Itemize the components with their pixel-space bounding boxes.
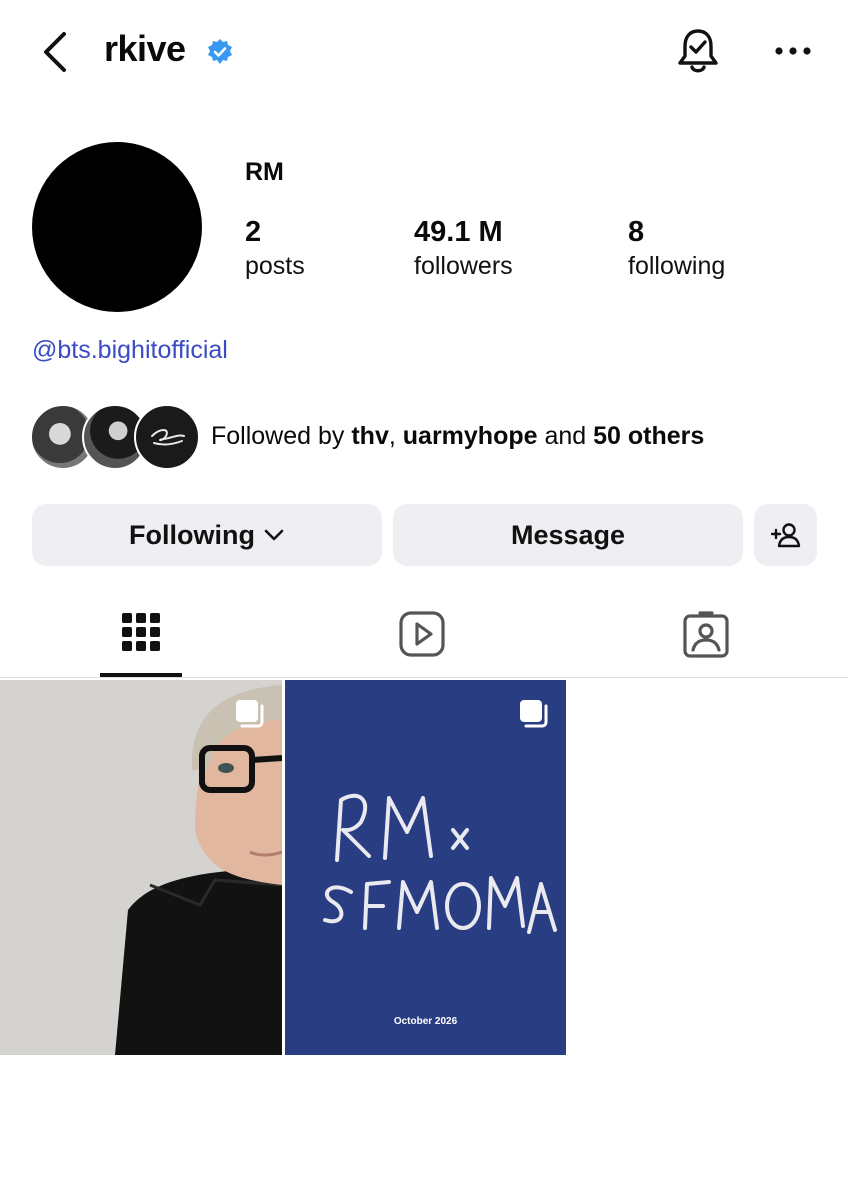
following-label: following: [628, 252, 726, 280]
mutual-user-1: thv: [351, 422, 389, 450]
multiple-photos-icon: [236, 700, 264, 728]
following-stat[interactable]: 8 following: [628, 214, 725, 282]
followers-stat[interactable]: 49.1 M followers: [414, 214, 513, 282]
reels-tab-icon[interactable]: [392, 604, 452, 664]
following-count: 8: [628, 216, 645, 248]
posts-label: posts: [245, 252, 305, 280]
add-user-icon: [770, 523, 800, 548]
mutual-and: and: [537, 422, 594, 450]
posts-count: 2: [245, 216, 262, 248]
more-options-icon[interactable]: [772, 44, 814, 58]
grid-tab-icon[interactable]: [111, 604, 171, 664]
mutual-followers-avatars[interactable]: [30, 404, 200, 470]
followers-count: 49.1 M: [414, 216, 503, 248]
signature-logo-icon: [151, 429, 185, 446]
mutual-avatar: [134, 404, 200, 470]
message-button[interactable]: Message: [393, 504, 743, 566]
notification-bell-check-icon[interactable]: [675, 26, 721, 76]
profile-username: rkive: [104, 28, 186, 69]
message-button-label: Message: [510, 519, 626, 550]
posts-stat[interactable]: 2 posts: [245, 214, 305, 282]
portrait-photo: [0, 680, 282, 1055]
chevron-down-icon: [264, 529, 284, 541]
tabs-divider: [0, 677, 848, 678]
rm-x-sfmoma-poster-logo: [323, 793, 557, 934]
post-thumbnail[interactable]: October 2026: [285, 680, 566, 1055]
bio-mention-link[interactable]: @bts.bighitofficial: [32, 336, 228, 365]
mutual-user-2: uarmyhope: [402, 422, 538, 450]
post-thumbnail[interactable]: [0, 680, 282, 1055]
suggest-users-button[interactable]: [754, 504, 817, 566]
verified-badge-icon: [208, 39, 232, 64]
multiple-photos-icon: [520, 700, 548, 728]
mutual-others-count: 50 others: [593, 422, 705, 450]
following-button[interactable]: Following: [32, 504, 382, 566]
mutual-separator: ,: [388, 422, 403, 450]
following-button-label: Following: [129, 519, 255, 550]
profile-avatar[interactable]: [32, 142, 202, 312]
tagged-tab-icon[interactable]: [676, 604, 736, 664]
back-icon[interactable]: [34, 28, 74, 76]
followers-label: followers: [414, 252, 513, 280]
followed-by-prefix: Followed by: [211, 422, 352, 450]
poster-date-text: October 2026: [393, 1016, 458, 1027]
display-name: RM: [245, 158, 284, 186]
followed-by-text[interactable]: Followed by thv, uarmyhope and 50 others: [211, 422, 704, 451]
